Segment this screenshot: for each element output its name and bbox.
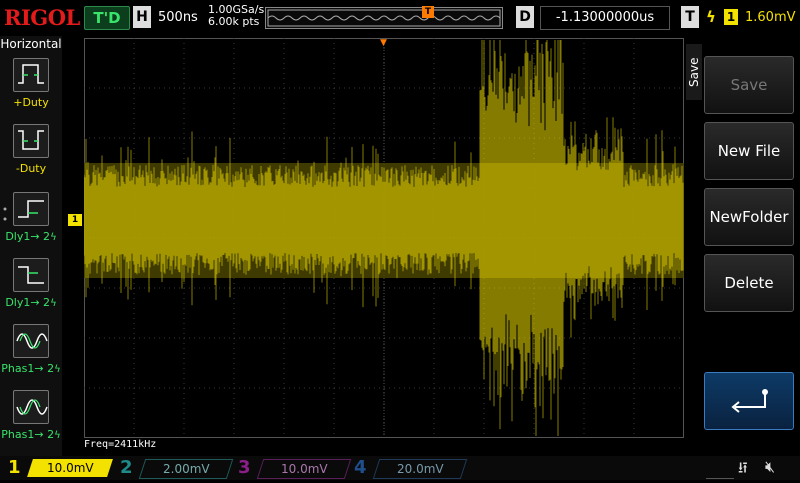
new-folder-button[interactable]: NewFolder	[704, 188, 794, 246]
speaker-muted-icon[interactable]: 🔇︎	[765, 457, 775, 477]
waveform-display[interactable]	[83, 38, 684, 438]
channel-3-scale: 10.0mV	[280, 462, 328, 476]
menu-item-positive-duty[interactable]: +Duty	[0, 56, 62, 122]
delay-fall-icon	[13, 258, 49, 292]
usb-icon: ⭿	[738, 459, 748, 477]
channel-1-number: 1	[8, 457, 21, 478]
menu-item-label: Dly1→ 2ϟ	[5, 296, 57, 309]
menu-item-label: +Duty	[13, 96, 49, 109]
menu-item-phase-fall[interactable]: Phas1→ 2ϟ	[0, 388, 62, 454]
channel-3-panel: 10.0mV	[256, 459, 352, 479]
menu-item-negative-duty[interactable]: -Duty	[0, 122, 62, 188]
menu-item-label: -Duty	[15, 162, 47, 175]
waveform-grid	[83, 38, 684, 438]
positive-duty-icon	[13, 58, 49, 92]
channel-2-panel: 2.00mV	[138, 459, 234, 479]
frequency-measurement: Freq=2411kHz	[84, 439, 157, 450]
phase-fall-icon	[13, 390, 49, 424]
delay-value[interactable]: -1.13000000us	[540, 6, 670, 30]
memory-overview-bar: T	[265, 6, 503, 29]
horizontal-tag: H	[133, 6, 151, 28]
enter-return-icon	[731, 389, 768, 413]
channel-2-status[interactable]: 2 2.00mV	[118, 457, 234, 479]
trigger-time-marker-icon: ▼	[380, 38, 387, 48]
channel-1-scale: 10.0mV	[46, 461, 94, 475]
channel-4-panel: 20.0mV	[372, 459, 468, 479]
channel-4-scale: 20.0mV	[396, 462, 444, 476]
new-file-button[interactable]: New File	[704, 122, 794, 180]
delay-tag: D	[516, 6, 534, 28]
channel-1-trace	[83, 40, 684, 436]
delay-rise-icon	[13, 192, 49, 226]
channel-3-number: 3	[238, 457, 251, 478]
delete-button[interactable]: Delete	[704, 254, 794, 312]
timebase-value[interactable]: 500ns	[158, 10, 198, 25]
status-divider	[706, 458, 734, 479]
save-menu-tab: Save	[686, 44, 702, 100]
channel1-offset-marker[interactable]: 1	[68, 214, 82, 226]
memory-depth: 6.00k pts	[208, 15, 260, 28]
trigger-level[interactable]: 1.60mV	[745, 10, 796, 25]
menu-item-label: Dly1→ 2ϟ	[5, 230, 57, 243]
rising-edge-icon: ϟ	[706, 8, 716, 26]
trigger-position-marker: T	[422, 6, 434, 18]
channel-4-number: 4	[354, 457, 367, 478]
rigol-logo: RIGOL	[4, 5, 80, 30]
negative-duty-icon	[13, 124, 49, 158]
menu-item-label: Phas1→ 2ϟ	[1, 362, 61, 375]
channel-1-panel: 10.0mV	[27, 459, 113, 477]
acquisition-info: 1.00GSa/s 6.00k pts	[208, 4, 264, 28]
channel-2-scale: 2.00mV	[162, 462, 210, 476]
channel-3-status[interactable]: 3 10.0mV	[236, 457, 352, 479]
phase-rise-icon	[13, 324, 49, 358]
save-button[interactable]: Save	[704, 56, 794, 114]
channel-2-number: 2	[120, 457, 133, 478]
channel-4-status[interactable]: 4 20.0mV	[352, 457, 468, 479]
menu-item-label: Phas1→ 2ϟ	[1, 428, 61, 441]
channel-1-status[interactable]: 1 10.0mV	[4, 457, 113, 479]
trigger-source-badge: 1	[724, 9, 738, 25]
menu-item-delay-fall[interactable]: Dly1→ 2ϟ	[0, 256, 62, 322]
trigger-tag: T	[681, 6, 699, 28]
horizontal-menu-title: Horizontal	[0, 37, 62, 51]
enter-button[interactable]	[704, 372, 794, 430]
menu-item-phase-rise[interactable]: Phas1→ 2ϟ	[0, 322, 62, 388]
menu-item-delay-rise[interactable]: Dly1→ 2ϟ	[0, 190, 62, 256]
run-state-badge[interactable]: T'D	[84, 6, 130, 30]
memory-waveform-icon	[267, 9, 501, 27]
